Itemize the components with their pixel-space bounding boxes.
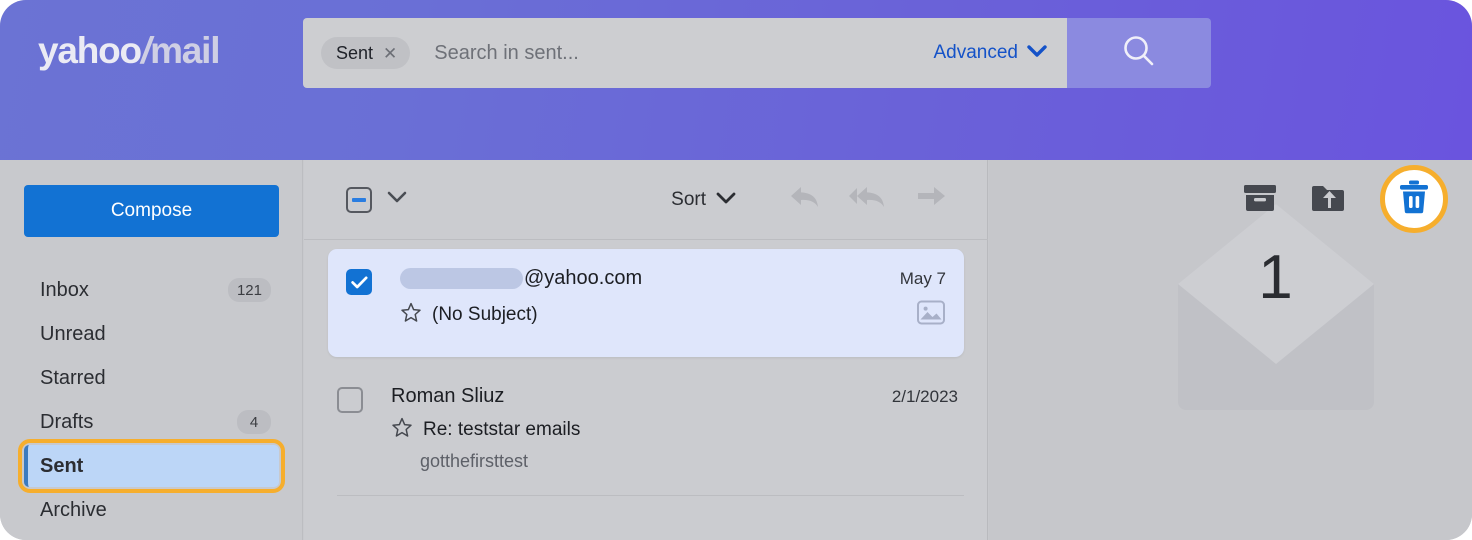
trash-icon	[1397, 179, 1431, 220]
sidebar-item-drafts[interactable]: Drafts 4	[0, 400, 303, 444]
close-icon[interactable]: ✕	[383, 45, 397, 62]
image-thumbnail-icon	[916, 299, 946, 331]
compose-button[interactable]: Compose	[24, 185, 279, 237]
checkbox-indeterminate-icon	[352, 197, 366, 202]
logo-text-mail: mail	[150, 30, 220, 71]
reply-icon	[788, 183, 822, 216]
chevron-down-icon	[716, 189, 736, 211]
table-row[interactable]: @yahoo.com May 7 (No Subject)	[328, 249, 964, 357]
sidebar-item-label: Unread	[40, 322, 106, 345]
search-button[interactable]	[1067, 18, 1211, 88]
reply-all-icon	[848, 183, 888, 216]
search-scope-chip[interactable]: Sent ✕	[321, 37, 411, 69]
star-outline-icon[interactable]	[400, 302, 422, 328]
sidebar-item-label: Archive	[40, 498, 107, 521]
logo-text-yahoo: yahoo	[38, 30, 142, 71]
chevron-down-icon	[1027, 42, 1047, 64]
advanced-search-link[interactable]: Advanced	[933, 42, 1047, 64]
message-checkbox[interactable]	[346, 269, 372, 295]
message-sender-suffix: @yahoo.com	[524, 267, 643, 289]
redacted-sender-block	[400, 268, 523, 289]
sort-button-label: Sort	[671, 188, 706, 210]
message-rows: @yahoo.com May 7 (No Subject) Roman Sliu…	[304, 241, 988, 540]
message-list-toolbar: Sort	[304, 160, 988, 240]
sidebar-item-starred[interactable]: Starred	[0, 356, 303, 400]
sidebar-item-label: Sent	[40, 454, 84, 477]
message-actions-group	[1242, 160, 1472, 240]
sidebar-item-label: Inbox	[40, 278, 89, 301]
sidebar-item-label: Drafts	[40, 410, 94, 433]
yahoo-mail-logo[interactable]: yahoo/mail	[38, 30, 221, 72]
yahoo-mail-window: yahoo/mail Sent ✕ Search in sent... Adva…	[0, 0, 1472, 540]
advanced-search-label: Advanced	[933, 42, 1018, 63]
search-icon	[1119, 31, 1159, 76]
table-row[interactable]: Roman Sliuz 2/1/2023 Re: teststar emails…	[304, 371, 988, 496]
sidebar-item-badge: 121	[227, 278, 271, 302]
message-checkbox[interactable]	[337, 387, 363, 413]
delete-button-highlight[interactable]	[1380, 165, 1448, 233]
forward-icon	[914, 183, 948, 216]
search-field[interactable]: Sent ✕ Search in sent... Advanced	[303, 18, 1067, 88]
search-input[interactable]: Search in sent...	[434, 42, 933, 65]
message-subject: Re: teststar emails	[423, 419, 581, 440]
message-sender: Roman Sliuz	[391, 385, 505, 407]
message-header-line: Roman Sliuz 2/1/2023	[391, 385, 958, 408]
message-content: @yahoo.com May 7 (No Subject)	[400, 267, 946, 331]
sidebar: Compose Inbox 121 Unread Starred Drafts …	[0, 160, 303, 540]
sidebar-item-sent[interactable]: Sent	[0, 439, 303, 493]
app-header: yahoo/mail Sent ✕ Search in sent... Adva…	[0, 0, 1472, 160]
sidebar-item-inbox[interactable]: Inbox 121	[0, 268, 303, 312]
message-subject-line: Re: teststar emails	[391, 417, 958, 443]
archive-box-icon[interactable]	[1242, 182, 1278, 219]
sidebar-item-label: Starred	[40, 366, 106, 389]
message-subject: (No Subject)	[432, 304, 538, 325]
star-outline-icon[interactable]	[391, 417, 413, 443]
folder-list: Inbox 121 Unread Starred Drafts 4 Sent A…	[0, 268, 303, 532]
message-list-panel: Sort @yahoo.com May 7 (No Subject) Roman…	[304, 160, 988, 540]
sort-button[interactable]: Sort	[671, 189, 736, 211]
sidebar-item-archive[interactable]: Archive	[0, 488, 303, 532]
logo-bang: /	[140, 30, 151, 71]
sidebar-item-unread[interactable]: Unread	[0, 312, 303, 356]
message-date: May 7	[899, 268, 946, 288]
message-subject-line: (No Subject)	[400, 299, 946, 331]
compose-button-label: Compose	[110, 200, 193, 221]
message-sender: @yahoo.com	[400, 267, 642, 290]
select-all-checkbox[interactable]	[346, 186, 372, 213]
message-preview: gotthefirsttest	[420, 451, 529, 471]
select-all-chevron-down-icon[interactable]	[386, 190, 408, 209]
message-date: 2/1/2023	[891, 386, 958, 406]
search-bar: Sent ✕ Search in sent... Advanced	[303, 18, 1211, 88]
move-to-folder-icon[interactable]	[1310, 182, 1348, 219]
search-scope-chip-label: Sent	[336, 42, 374, 63]
message-content: Roman Sliuz 2/1/2023 Re: teststar emails…	[391, 385, 958, 472]
reply-actions-group	[788, 183, 948, 216]
message-header-line: @yahoo.com May 7	[400, 267, 946, 290]
sidebar-item-badge: 4	[237, 410, 271, 434]
reading-pane-count: 1	[1258, 243, 1293, 312]
